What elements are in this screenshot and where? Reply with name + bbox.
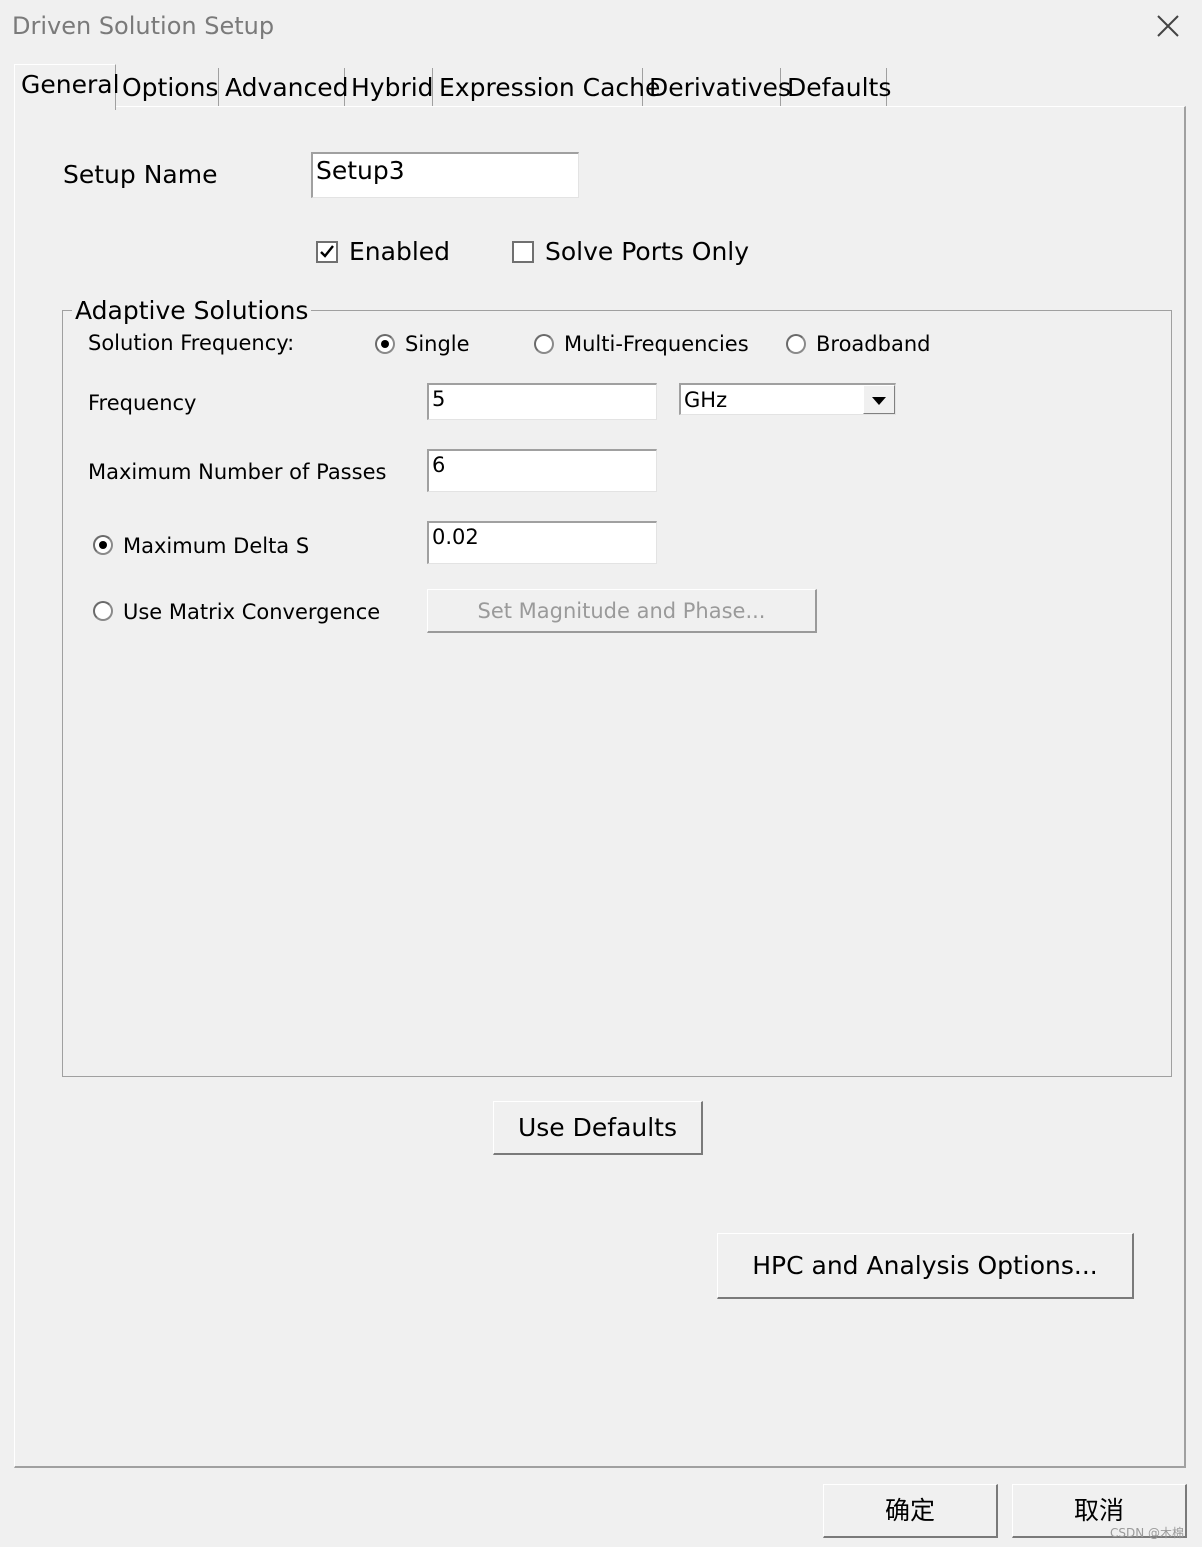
enabled-label: Enabled [349, 237, 451, 266]
solution-frequency-label: Solution Frequency: [88, 331, 295, 355]
max-delta-s-radio[interactable] [93, 535, 113, 555]
ok-button[interactable]: 确定 [823, 1484, 998, 1538]
max-delta-s-input[interactable]: 0.02 [427, 521, 657, 564]
frequency-input[interactable]: 5 [427, 383, 657, 420]
broadband-label: Broadband [816, 332, 931, 356]
use-matrix-convergence-label: Use Matrix Convergence [123, 600, 381, 624]
setup-name-input[interactable]: Setup3 [311, 152, 579, 198]
enabled-checkbox[interactable] [316, 241, 338, 263]
adaptive-solutions-group [62, 310, 1172, 1077]
use-matrix-convergence-radio[interactable] [93, 601, 113, 621]
hpc-analysis-options-button[interactable]: HPC and Analysis Options... [717, 1233, 1134, 1299]
watermark: CSDN @木棉 [1110, 1526, 1185, 1540]
tab-general[interactable]: General [14, 64, 120, 110]
multi-frequencies-label: Multi-Frequencies [564, 332, 749, 356]
tab-options[interactable]: Options [116, 68, 219, 106]
tab-defaults[interactable]: Defaults [781, 68, 891, 106]
broadband-radio[interactable] [786, 334, 806, 354]
multi-frequencies-radio[interactable] [534, 334, 554, 354]
set-magnitude-phase-button[interactable]: Set Magnitude and Phase... [427, 589, 817, 633]
tab-hybrid[interactable]: Hybrid [345, 68, 434, 106]
window-title: Driven Solution Setup [12, 12, 275, 40]
dropdown-button[interactable] [863, 385, 895, 414]
max-passes-input[interactable]: 6 [427, 449, 657, 492]
solve-ports-only-checkbox[interactable] [512, 241, 534, 263]
adaptive-solutions-title: Adaptive Solutions [72, 296, 312, 325]
frequency-unit-value: GHz [684, 388, 728, 412]
max-delta-s-label: Maximum Delta S [123, 534, 310, 558]
frequency-label: Frequency [88, 391, 197, 415]
checkmark-icon [320, 245, 334, 258]
frequency-unit-select[interactable]: GHz [679, 383, 896, 415]
max-passes-label: Maximum Number of Passes [88, 460, 387, 484]
solve-ports-only-label: Solve Ports Only [545, 237, 750, 266]
chevron-down-icon [872, 397, 886, 405]
use-defaults-button[interactable]: Use Defaults [493, 1101, 703, 1155]
single-label: Single [405, 332, 470, 356]
tab-derivatives[interactable]: Derivatives [643, 68, 791, 106]
setup-name-label: Setup Name [63, 160, 218, 189]
close-icon[interactable] [1154, 12, 1182, 40]
tab-advanced[interactable]: Advanced [219, 68, 349, 106]
tab-expression-cache[interactable]: Expression Cache [433, 68, 660, 106]
single-radio[interactable] [375, 334, 395, 354]
